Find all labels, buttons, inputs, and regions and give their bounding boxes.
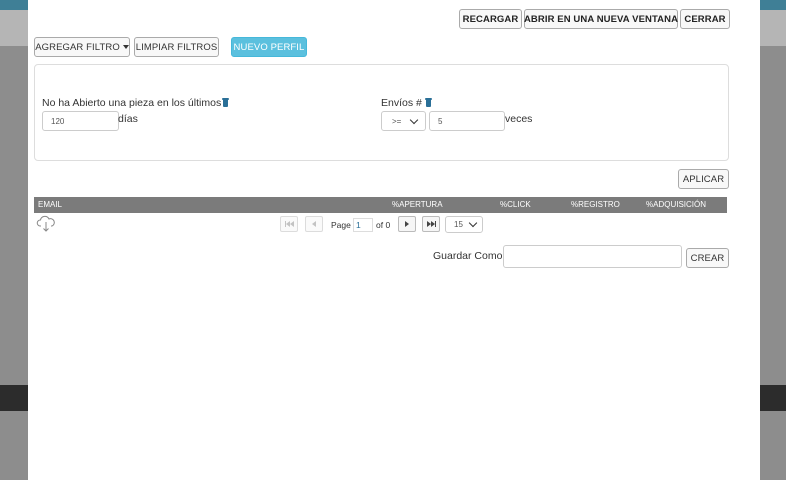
save-as-input[interactable] — [503, 245, 682, 268]
page-size-select[interactable]: 15 — [445, 216, 483, 233]
trash-icon[interactable] — [425, 98, 432, 107]
prev-page-button[interactable] — [305, 216, 323, 232]
first-page-button[interactable] — [280, 216, 298, 232]
add-filter-button[interactable]: AGREGAR FILTRO — [34, 37, 130, 57]
sends-operator-value: >= — [392, 116, 402, 126]
open-new-window-button[interactable]: ABRIR EN UNA NUEVA VENTANA — [524, 9, 678, 29]
apply-button[interactable]: APLICAR — [678, 169, 729, 189]
new-profile-button[interactable]: NUEVO PERFIL — [231, 37, 307, 57]
clear-filters-button[interactable]: LIMPIAR FILTROS — [134, 37, 219, 57]
caret-down-icon — [122, 45, 129, 49]
cloud-download-icon[interactable] — [36, 215, 56, 233]
reload-button[interactable]: RECARGAR — [459, 9, 522, 29]
page-label: Page — [331, 220, 351, 230]
chevron-down-icon — [409, 115, 419, 124]
page-number-input[interactable]: 1 — [353, 218, 373, 232]
last-page-button[interactable] — [422, 216, 440, 232]
prev-page-icon — [312, 221, 316, 227]
filter-not-opened-label: No ha Abierto una pieza en los últimos — [42, 97, 222, 109]
column-acquisition-rate[interactable]: %ADQUISICIÓN — [646, 197, 706, 213]
days-suffix: días — [118, 113, 138, 125]
profile-modal: RECARGAR ABRIR EN UNA NUEVA VENTANA CERR… — [28, 0, 760, 480]
page-size-value: 15 — [454, 220, 463, 229]
chevron-down-icon — [468, 218, 478, 228]
sends-suffix: veces — [505, 113, 533, 125]
column-click-rate[interactable]: %CLICK — [500, 197, 531, 213]
last-page-icon — [426, 221, 436, 227]
next-page-icon — [405, 221, 409, 227]
grid-header: EMAIL %APERTURA %CLICK %REGISTRO %ADQUIS… — [34, 197, 727, 213]
first-page-icon — [284, 221, 294, 227]
create-button[interactable]: CREAR — [686, 248, 729, 268]
column-open-rate[interactable]: %APERTURA — [392, 197, 443, 213]
sends-operator-select[interactable]: >= — [381, 111, 426, 131]
add-filter-label: AGREGAR FILTRO — [35, 41, 120, 53]
close-button[interactable]: CERRAR — [680, 9, 730, 29]
filter-sends-label: Envíos # — [381, 97, 422, 109]
column-registration-rate[interactable]: %REGISTRO — [571, 197, 620, 213]
page-count: of 0 — [376, 220, 391, 230]
column-email[interactable]: EMAIL — [38, 197, 62, 213]
days-input[interactable]: 120 — [42, 111, 119, 131]
trash-icon[interactable] — [222, 98, 229, 107]
sends-count-input[interactable]: 5 — [429, 111, 505, 131]
save-as-label: Guardar Como — [433, 250, 503, 262]
next-page-button[interactable] — [398, 216, 416, 232]
